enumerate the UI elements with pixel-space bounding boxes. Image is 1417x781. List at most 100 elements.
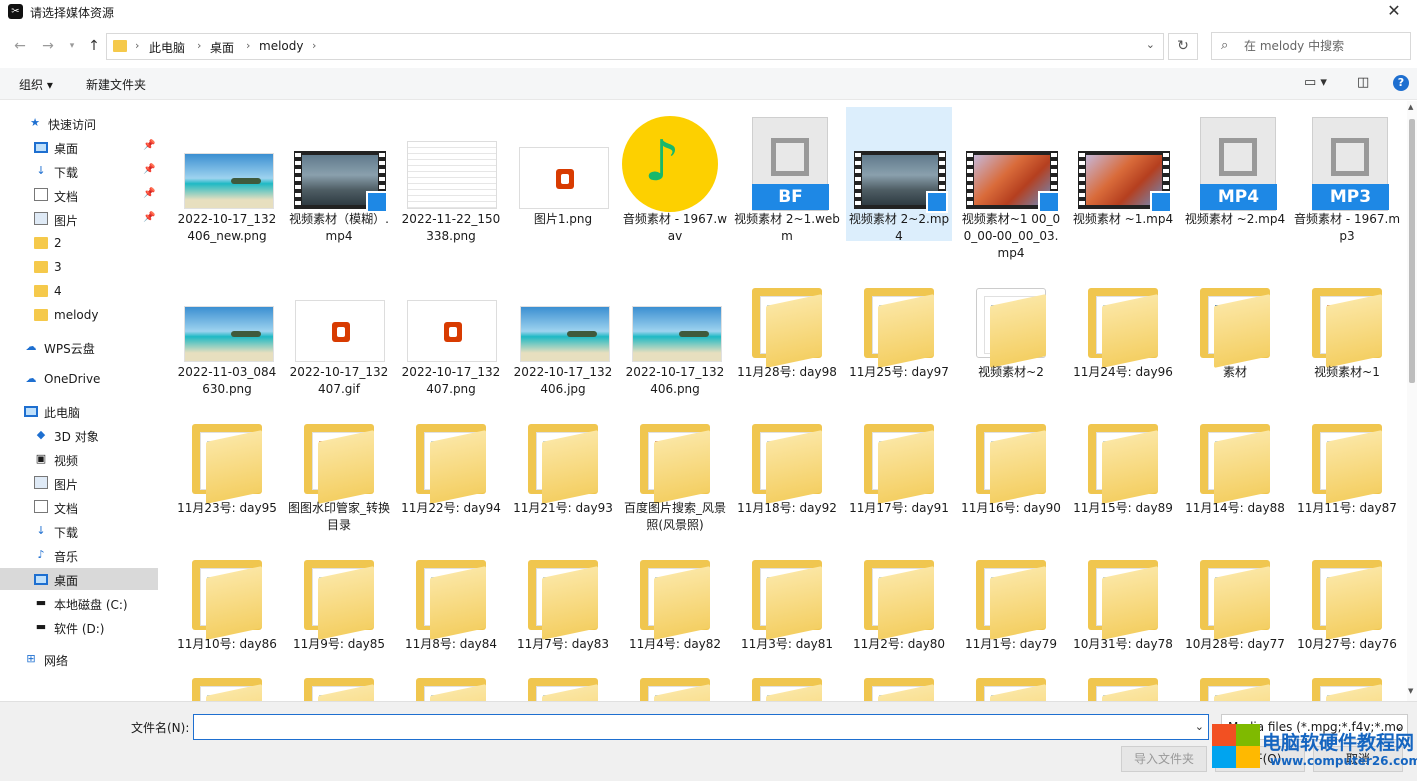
search-input[interactable] [1244, 37, 1404, 55]
chevron-right-icon[interactable]: › [246, 39, 250, 52]
scrollbar-thumb[interactable] [1409, 119, 1415, 383]
chevron-right-icon[interactable]: › [312, 39, 316, 52]
file-item[interactable]: 2022-10-17_132406.png [622, 260, 728, 396]
folder-item[interactable]: 11月15号: day89 [1070, 396, 1176, 530]
folder-item[interactable]: 11月8号: day84 [398, 532, 504, 666]
file-item[interactable]: 视频素材 2~2.mp4 [846, 107, 952, 243]
sidebar-item[interactable]: 图片 [0, 472, 158, 494]
sidebar-item[interactable]: 图片 📌 [0, 208, 158, 230]
sidebar-item[interactable]: ▬ 本地磁盘 (C:) [0, 592, 158, 614]
sidebar-item[interactable]: 4 [0, 280, 158, 302]
file-item[interactable]: MP3 音频素材 - 1967.mp3 [1294, 107, 1400, 243]
sidebar-item[interactable]: ↓ 下载 📌 [0, 160, 158, 182]
scroll-up-icon[interactable]: ▲ [1408, 103, 1413, 111]
file-item[interactable]: 2022-11-22_150338.png [398, 107, 504, 243]
back-arrow-icon[interactable]: ← [10, 36, 30, 56]
recent-chevron-down-icon[interactable]: ▾ [62, 36, 82, 56]
sidebar-item[interactable]: ★ 快速访问 [0, 112, 158, 134]
folder-item[interactable]: 11月18号: day92 [734, 396, 840, 530]
search-box[interactable]: ⌕ [1211, 32, 1411, 60]
sidebar-item[interactable]: 桌面 [0, 568, 158, 590]
folder-item[interactable]: 10月28号: day77 [1182, 532, 1288, 666]
filename-field[interactable]: ⌄ [193, 714, 1209, 740]
sidebar-item[interactable]: ☁ OneDrive [0, 368, 158, 390]
breadcrumb-desktop[interactable]: 桌面 [210, 39, 234, 56]
folder-item[interactable]: 11月11号: day87 [1294, 396, 1400, 530]
file-item[interactable]: 视频素材~1 00_00_00-00_00_03.mp4 [958, 107, 1064, 260]
folder-item[interactable]: 11月21号: day93 [510, 396, 616, 530]
folder-item[interactable]: 10月31号: day78 [1070, 532, 1176, 666]
folder-item[interactable]: 素材 [1182, 260, 1288, 394]
folder-item[interactable]: 11月2号: day80 [846, 532, 952, 666]
folder-item[interactable] [846, 672, 952, 701]
file-item[interactable]: 视频素材（模糊）.mp4 [286, 107, 392, 243]
folder-item[interactable]: 视频素材~1 [1294, 260, 1400, 394]
folder-item[interactable]: 11月22号: day94 [398, 396, 504, 530]
file-item[interactable]: MP4 视频素材 ~2.mp4 [1182, 107, 1288, 241]
sidebar-item[interactable]: 此电脑 [0, 400, 158, 422]
chevron-right-icon[interactable]: › [135, 39, 139, 52]
import-folder-button[interactable]: 导入文件夹 [1121, 746, 1207, 772]
chevron-right-icon[interactable]: › [197, 39, 201, 52]
file-item[interactable]: 2022-10-17_132407.png [398, 260, 504, 396]
folder-item[interactable] [622, 672, 728, 701]
help-icon[interactable]: ? [1393, 75, 1409, 91]
sidebar-item[interactable]: ↓ 下载 [0, 520, 158, 542]
sidebar-item[interactable]: ⊞ 网络 [0, 648, 158, 670]
folder-item[interactable] [174, 672, 280, 701]
folder-item[interactable]: 11月4号: day82 [622, 532, 728, 666]
file-item[interactable]: 2022-11-03_084630.png [174, 260, 280, 396]
sidebar-item[interactable]: ♪ 音乐 [0, 544, 158, 566]
sidebar-item[interactable]: ◆ 3D 对象 [0, 424, 158, 446]
folder-item[interactable]: 百度图片搜索_风景照(风景照) [622, 396, 728, 532]
folder-item[interactable] [286, 672, 392, 701]
folder-item[interactable]: 11月1号: day79 [958, 532, 1064, 666]
folder-item[interactable] [958, 672, 1064, 701]
filename-input[interactable] [198, 718, 1188, 736]
breadcrumb-this-pc[interactable]: 此电脑 [149, 39, 185, 56]
sidebar-item[interactable]: melody [0, 304, 158, 326]
folder-item[interactable]: 11月28号: day98 [734, 260, 840, 394]
folder-item[interactable]: 11月23号: day95 [174, 396, 280, 530]
file-item[interactable]: 2022-10-17_132406.jpg [510, 260, 616, 396]
folder-item[interactable]: 11月9号: day85 [286, 532, 392, 666]
folder-item[interactable]: 11月3号: day81 [734, 532, 840, 666]
organize-menu[interactable]: 组织 ▾ [19, 76, 53, 93]
chevron-down-icon[interactable]: ⌄ [1146, 38, 1155, 51]
folder-item[interactable]: 11月17号: day91 [846, 396, 952, 530]
sidebar-item[interactable]: ▬ 软件 (D:) [0, 616, 158, 638]
close-icon[interactable]: ✕ [1371, 0, 1417, 24]
folder-item[interactable]: 11月10号: day86 [174, 532, 280, 666]
sidebar-item[interactable]: 3 [0, 256, 158, 278]
folder-item[interactable] [1294, 672, 1400, 701]
sidebar-item[interactable]: 文档 📌 [0, 184, 158, 206]
file-item[interactable]: 2022-10-17_132406_new.png [174, 107, 280, 243]
up-arrow-icon[interactable]: ↑ [84, 36, 104, 56]
folder-item[interactable] [734, 672, 840, 701]
folder-item[interactable]: 11月16号: day90 [958, 396, 1064, 530]
file-item[interactable]: BF 视频素材 2~1.webm [734, 107, 840, 243]
breadcrumb-melody[interactable]: melody [259, 39, 303, 53]
new-folder-button[interactable]: 新建文件夹 [86, 76, 146, 93]
sidebar-item[interactable]: ☁ WPS云盘 [0, 336, 158, 358]
file-item[interactable]: 视频素材 ~1.mp4 [1070, 107, 1176, 241]
sidebar-item[interactable]: 文档 [0, 496, 158, 518]
view-options-icon[interactable]: ▭ ▾ [1304, 75, 1327, 90]
folder-item[interactable]: 10月27号: day76 [1294, 532, 1400, 666]
forward-arrow-icon[interactable]: → [38, 36, 58, 56]
file-item[interactable]: 图片1.png [510, 107, 616, 241]
chevron-down-icon[interactable]: ⌄ [1195, 720, 1204, 733]
scroll-down-icon[interactable]: ▼ [1408, 687, 1413, 695]
folder-item[interactable] [1070, 672, 1176, 701]
folder-item[interactable]: 视频素材~2 [958, 260, 1064, 394]
folder-item[interactable]: 11月24号: day96 [1070, 260, 1176, 394]
folder-item[interactable]: 11月7号: day83 [510, 532, 616, 666]
folder-item[interactable] [1182, 672, 1288, 701]
folder-item[interactable]: 11月14号: day88 [1182, 396, 1288, 530]
folder-item[interactable] [398, 672, 504, 701]
sidebar-item[interactable]: ▣ 视频 [0, 448, 158, 470]
folder-item[interactable] [510, 672, 616, 701]
sidebar-item[interactable]: 2 [0, 232, 158, 254]
folder-item[interactable]: 图图水印管家_转换目录 [286, 396, 392, 532]
refresh-button[interactable]: ↻ [1168, 33, 1198, 60]
